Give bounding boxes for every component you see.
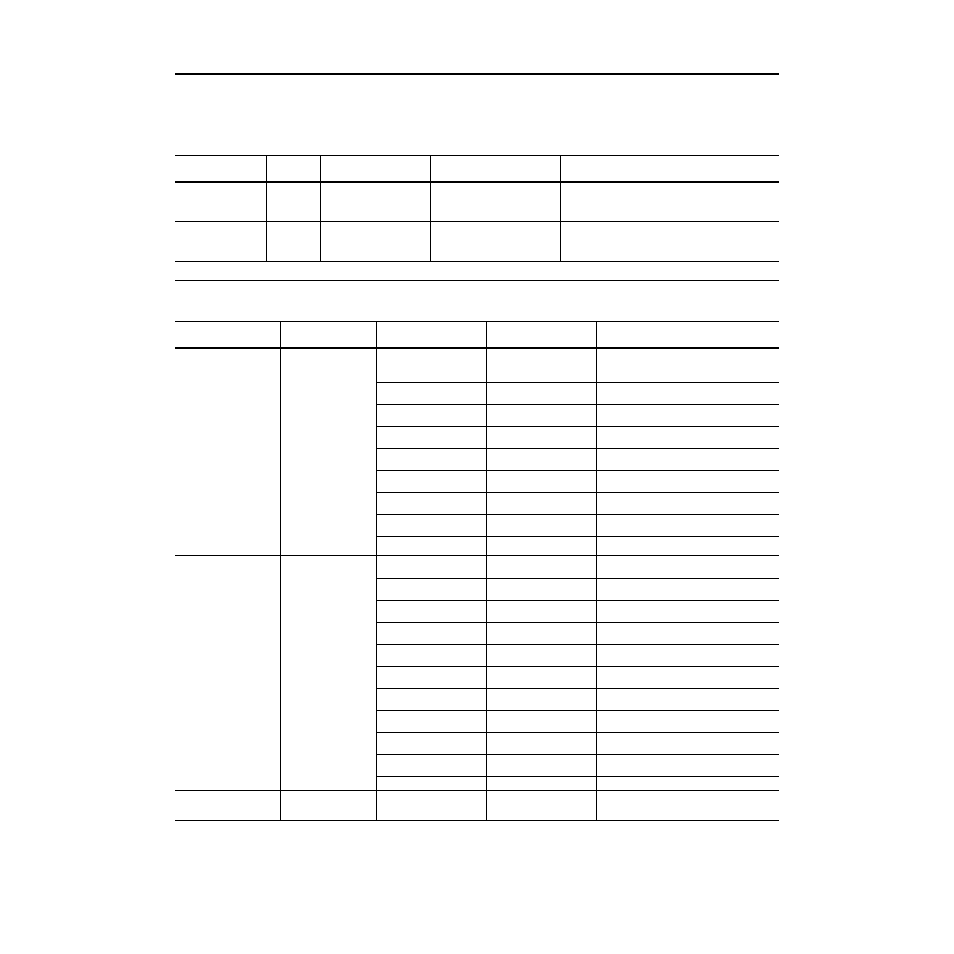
t2-g2-sub1: [376, 578, 779, 579]
t2-g2-sub3: [376, 622, 779, 623]
t1-v3: [430, 155, 431, 261]
t2-g1-sub8: [376, 536, 779, 537]
t2-g1-sub1: [376, 382, 779, 383]
t2-g2-sub4: [376, 644, 779, 645]
t2-group2-bottom: [175, 790, 779, 791]
t1-top-rule: [175, 73, 779, 75]
t2-v4: [596, 321, 597, 820]
t2-top-rule: [175, 321, 779, 322]
t1-v1: [266, 155, 267, 261]
t1-v4: [560, 155, 561, 261]
t2-g1-sub7: [376, 514, 779, 515]
t2-g2-sub8: [376, 732, 779, 733]
t2-g1-sub2: [376, 404, 779, 405]
t2-g2-sub5: [376, 666, 779, 667]
t2-g1-sub3: [376, 426, 779, 427]
t2-g2-sub10: [376, 776, 779, 777]
t2-g1-sub5: [376, 470, 779, 471]
t1-v2: [320, 155, 321, 261]
t2-header-bottom: [175, 347, 779, 349]
t2-v1: [280, 321, 281, 820]
t2-g2-sub9: [376, 754, 779, 755]
t2-bottom-rule: [175, 820, 779, 821]
t2-v3: [486, 321, 487, 820]
t2-v2: [376, 321, 377, 820]
t2-g1-sub4: [376, 448, 779, 449]
t1-row2-bottom: [175, 261, 779, 262]
document-page: [0, 0, 954, 954]
t2-g2-sub6: [376, 688, 779, 689]
t2-g2-sub7: [376, 710, 779, 711]
t2-group1-bottom: [175, 555, 779, 556]
t2-g2-sub2: [376, 600, 779, 601]
t2-g1-sub6: [376, 492, 779, 493]
t1-bottom-rule: [175, 280, 779, 281]
